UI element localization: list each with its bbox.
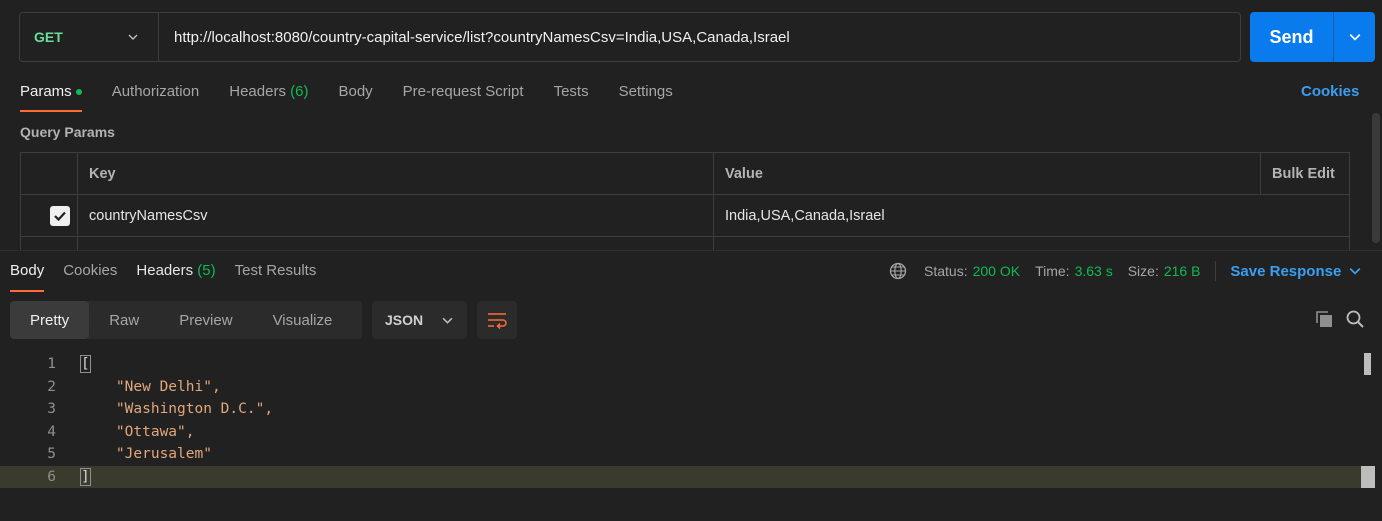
code-scrollbar-thumb[interactable] (1364, 353, 1371, 375)
format-select[interactable]: JSON (372, 301, 467, 339)
param-key[interactable]: countryNamesCsv (77, 195, 713, 236)
key-column-header: Key (77, 153, 713, 194)
size-value[interactable]: 216 B (1164, 263, 1201, 279)
tab-label: Headers (229, 83, 286, 100)
save-response-button[interactable]: Save Response (1230, 263, 1361, 280)
tab-response-headers[interactable]: Headers (5) (136, 262, 215, 292)
line-number: 4 (47, 423, 56, 440)
param-key-empty[interactable] (77, 237, 713, 250)
save-response-label: Save Response (1230, 262, 1342, 280)
request-url-bar: GET http://localhost:8080/country-capita… (19, 12, 1241, 62)
size-info: Size: 216 B (1128, 263, 1201, 279)
time-info: Time: 3.63 s (1035, 263, 1113, 279)
code-text: "Jerusalem" (81, 446, 212, 463)
tab-label: Headers (136, 262, 194, 279)
code-line: 4 "Ottawa", (0, 421, 1375, 444)
method-label: GET (34, 29, 63, 45)
tab-response-body[interactable]: Body (10, 262, 45, 292)
bulk-edit-button[interactable]: Bulk Edit (1260, 153, 1349, 194)
code-text: ] (80, 467, 91, 486)
response-headers-count: (5) (197, 262, 216, 279)
code-line: 3 "Washington D.C.", (0, 398, 1375, 421)
tab-tests[interactable]: Tests (554, 80, 589, 112)
param-checkbox[interactable] (50, 205, 70, 226)
chevron-down-icon (1349, 268, 1361, 275)
send-button[interactable]: Send (1250, 12, 1375, 62)
search-icon[interactable] (1345, 309, 1365, 329)
globe-icon[interactable] (889, 262, 907, 280)
format-label: JSON (385, 312, 424, 328)
size-label: Size: (1127, 263, 1159, 279)
code-line: 1[ (0, 353, 1375, 376)
code-scrollbar-marker (1361, 466, 1375, 488)
code-line: 5 "Jerusalem" (0, 443, 1375, 466)
code-line: 2 "New Delhi", (0, 376, 1375, 399)
tab-test-results[interactable]: Test Results (235, 262, 317, 292)
send-dropdown[interactable] (1334, 12, 1375, 62)
chevron-down-icon (1349, 34, 1360, 41)
chevron-down-icon (442, 317, 453, 324)
time-value[interactable]: 3.63 s (1075, 263, 1113, 279)
view-pretty-button[interactable]: Pretty (10, 301, 90, 339)
tab-pre-request-script[interactable]: Pre-request Script (403, 80, 524, 112)
tab-authorization[interactable]: Authorization (112, 80, 200, 112)
value-column-header: Value (713, 153, 1261, 194)
time-label: Time: (1035, 263, 1070, 279)
tab-params[interactable]: Params (20, 80, 82, 112)
view-visualize-button[interactable]: Visualize (253, 301, 353, 339)
tab-label: Params (20, 83, 72, 100)
chevron-down-icon (128, 34, 138, 40)
url-input[interactable]: http://localhost:8080/country-capital-se… (159, 29, 1240, 46)
line-number: 3 (47, 401, 56, 418)
query-params-table: Key Value Bulk Edit countryNamesCsv Indi… (20, 152, 1350, 250)
tab-response-cookies[interactable]: Cookies (63, 262, 117, 292)
param-value[interactable]: India,USA,Canada,Israel (713, 195, 1349, 236)
status-label: Status: (924, 263, 968, 279)
code-text: [ (80, 355, 91, 374)
tab-headers[interactable]: Headers (6) (229, 80, 308, 112)
view-raw-button[interactable]: Raw (89, 301, 159, 339)
status-info: Status: 200 OK (924, 263, 1020, 279)
meta-separator (1215, 261, 1217, 281)
line-number: 2 (47, 378, 56, 395)
status-value[interactable]: 200 OK (973, 263, 1020, 279)
response-tabs: Body Cookies Headers (5) Test Results (10, 262, 335, 292)
code-text: "New Delhi", (81, 378, 221, 395)
copy-icon[interactable] (1314, 309, 1334, 329)
scrollbar[interactable] (1372, 113, 1380, 243)
table-row-empty (21, 237, 1349, 250)
code-text: "Washington D.C.", (81, 401, 274, 418)
view-mode-group: Pretty Raw Preview Visualize (10, 301, 362, 339)
code-line-current: 6] (0, 465, 1375, 488)
view-preview-button[interactable]: Preview (159, 301, 252, 339)
line-number: 6 (47, 468, 56, 485)
param-checkbox-cell (21, 195, 77, 236)
pane-divider[interactable] (0, 250, 1382, 251)
query-params-title: Query Params (20, 124, 115, 140)
headers-count: (6) (290, 83, 309, 100)
wrap-lines-button[interactable] (477, 301, 517, 339)
response-meta: Status: 200 OK Time: 3.63 s Size: 216 B Sav… (889, 261, 1361, 281)
line-number: 5 (47, 446, 56, 463)
params-active-dot (75, 89, 82, 96)
table-row: countryNamesCsv India,USA,Canada,Israel (21, 195, 1349, 237)
method-select[interactable]: GET (20, 13, 159, 61)
table-header-row: Key Value Bulk Edit (21, 153, 1349, 195)
checkmark-icon (54, 211, 66, 221)
request-tabs: Params Authorization Headers (6) Body Pr… (20, 80, 703, 112)
line-number: 1 (47, 356, 56, 373)
cookies-link[interactable]: Cookies (1301, 83, 1359, 100)
tab-body[interactable]: Body (338, 80, 372, 112)
param-value-empty[interactable] (713, 237, 1349, 250)
tab-settings[interactable]: Settings (619, 80, 673, 112)
send-label[interactable]: Send (1250, 12, 1334, 62)
wrap-lines-icon (488, 313, 507, 329)
code-text: "Ottawa", (81, 423, 195, 440)
